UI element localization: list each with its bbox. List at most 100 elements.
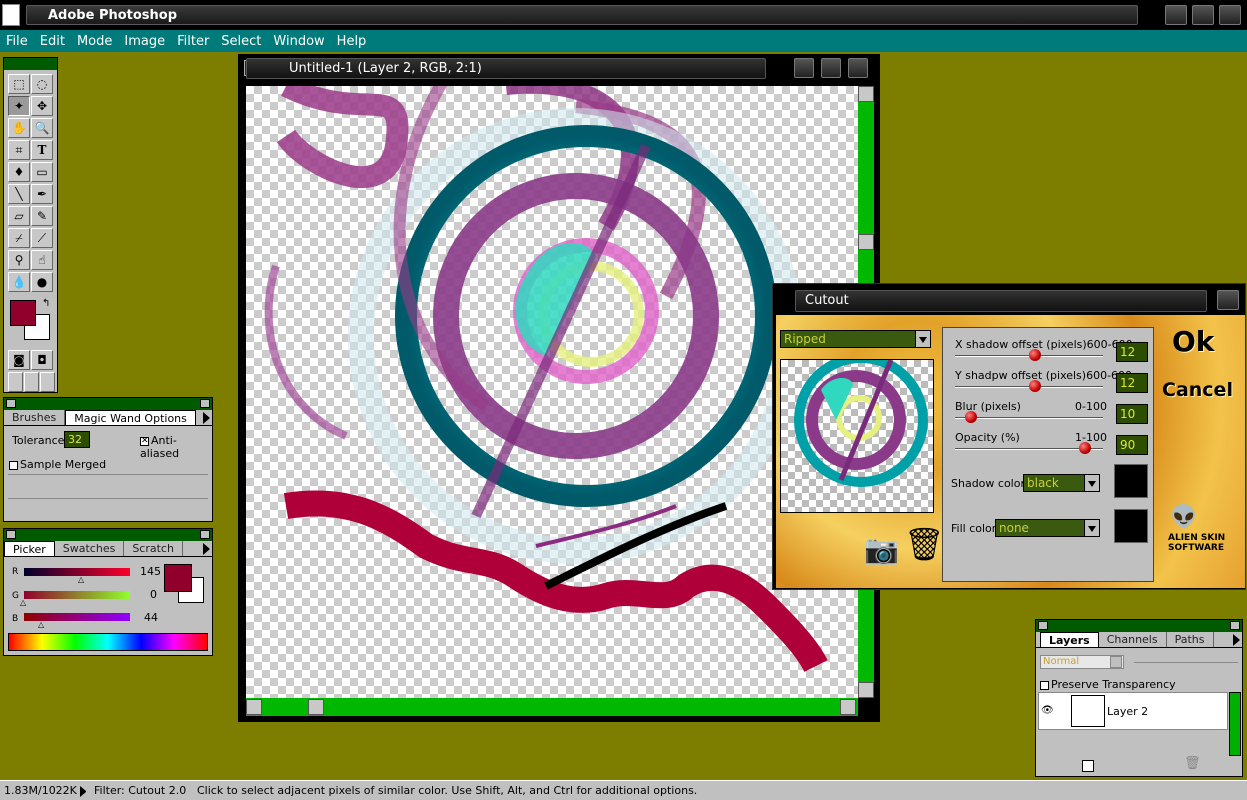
chevron-down-icon[interactable] [915,330,931,348]
fill-color-select[interactable]: none [995,519,1100,537]
scroll-left-button[interactable] [246,699,262,715]
airbrush-tool-icon[interactable]: ⌿ [8,228,30,248]
document-close-button[interactable] [848,58,868,78]
cutout-close-button[interactable] [1217,290,1239,310]
opacity-bar[interactable] [1134,662,1238,663]
new-layer-icon[interactable] [1082,760,1094,772]
tab-layers[interactable]: Layers [1040,632,1099,647]
red-value[interactable]: 145 [140,565,161,578]
panel-menu-arrow-icon[interactable] [203,412,210,424]
panel-collapse-button[interactable] [200,530,210,539]
menu-filter[interactable]: Filter [171,34,215,49]
tab-brushes[interactable]: Brushes [4,410,66,425]
scroll-down-button[interactable] [858,682,874,698]
marquee-tool-icon[interactable]: ⬚ [8,74,30,94]
pencil-tool-icon[interactable]: ✎ [31,206,53,226]
opacity-input[interactable]: 90 [1116,435,1148,455]
shadow-color-select[interactable]: black [1023,474,1100,492]
document-maximize-button[interactable] [821,58,841,78]
camera-icon[interactable]: 📷 [864,533,899,566]
fill-color-swatch[interactable] [1114,509,1148,543]
menu-file[interactable]: File [0,34,34,49]
panel-header[interactable] [1036,620,1242,632]
scroll-up-button[interactable] [858,86,874,102]
rubber-stamp-tool-icon[interactable]: ⚲ [8,250,30,270]
cutout-title-bar[interactable] [795,290,1207,312]
quick-mask-mode-icon[interactable]: ◘ [31,350,53,370]
paintbrush-tool-icon[interactable]: ⟋ [31,228,53,248]
dodge-tool-icon[interactable]: ● [31,272,53,292]
panel-menu-arrow-icon[interactable] [1233,634,1240,646]
panel-menu-arrow-icon[interactable] [203,543,210,555]
red-slider-thumb-icon[interactable]: △ [78,575,84,584]
menu-edit[interactable]: Edit [34,34,71,49]
document-size[interactable]: 1.83M/1022K [4,784,77,797]
smudge-tool-icon[interactable]: ☝ [31,250,53,270]
blend-mode-dropdown-icon[interactable] [1110,656,1122,668]
red-slider[interactable] [24,568,130,576]
blur-slider[interactable] [955,417,1103,419]
tab-magic-wand-options[interactable]: Magic Wand Options [65,410,196,425]
green-slider[interactable] [24,591,130,599]
panel-collapse-button[interactable] [1230,621,1240,630]
panel-collapse-button[interactable] [200,399,210,408]
layers-scrollbar[interactable] [1229,692,1241,756]
menu-mode[interactable]: Mode [71,34,118,49]
preset-select[interactable]: Ripped [780,330,931,348]
screen-mode-full-icon[interactable] [40,372,55,392]
hand-tool-icon[interactable]: ✋ [8,118,30,138]
panel-close-button[interactable] [6,399,16,408]
blue-slider-thumb-icon[interactable]: △ [38,620,44,629]
chevron-down-icon[interactable] [1084,474,1100,492]
anti-aliased-checkbox[interactable]: ✕ [140,436,149,446]
magic-wand-tool-icon[interactable]: ✦ [8,96,30,116]
screen-mode-standard-icon[interactable] [8,372,23,392]
tab-scratch[interactable]: Scratch [124,541,183,556]
cancel-button[interactable]: Cancel [1162,379,1233,401]
panel-close-button[interactable] [6,530,16,539]
document-minimize-button[interactable] [794,58,814,78]
sample-merged-checkbox[interactable] [9,460,18,470]
green-value[interactable]: 0 [150,588,157,601]
opacity-slider-thumb[interactable] [1079,442,1091,454]
tab-channels[interactable]: Channels [1099,632,1167,647]
delete-layer-icon[interactable]: 🗑 [1184,756,1201,771]
panel-close-button[interactable] [1038,621,1048,630]
y-offset-input[interactable]: 12 [1116,373,1148,393]
preserve-transparency-checkbox[interactable] [1040,680,1049,690]
trash-icon[interactable]: 🗑 [904,525,945,563]
x-offset-slider-thumb[interactable] [1029,349,1041,361]
tab-picker[interactable]: Picker [4,541,55,556]
blur-input[interactable]: 10 [1116,404,1148,424]
screen-mode-menu-icon[interactable] [24,372,39,392]
layer-row[interactable]: 👁 Layer 2 [1038,692,1228,730]
image-canvas[interactable] [246,86,858,698]
gradient-tool-icon[interactable]: ▭ [31,162,53,182]
eyedropper-tool-icon[interactable]: ✒ [31,184,53,204]
menu-select[interactable]: Select [215,34,267,49]
chevron-down-icon[interactable] [1084,519,1100,537]
app-icon[interactable] [2,4,20,26]
blue-value[interactable]: 44 [144,611,158,624]
status-arrow-icon[interactable] [80,786,88,797]
ok-button[interactable]: Ok [1172,325,1214,358]
paint-bucket-tool-icon[interactable]: ♦ [8,162,30,182]
green-slider-thumb-icon[interactable]: △ [20,598,26,607]
horizontal-scrollbar[interactable] [246,698,858,716]
foreground-color-swatch[interactable] [10,300,36,326]
menu-help[interactable]: Help [331,34,373,49]
type-tool-icon[interactable]: T [31,140,53,160]
crop-tool-icon[interactable]: ⌗ [8,140,30,160]
maximize-button[interactable] [1192,5,1214,25]
blur-slider-thumb[interactable] [965,411,977,423]
menu-window[interactable]: Window [267,34,330,49]
swap-colors-icon[interactable]: ↰ [42,298,50,309]
x-offset-input[interactable]: 12 [1116,342,1148,362]
picker-foreground-swatch[interactable] [164,564,192,592]
standard-mode-icon[interactable]: ◙ [8,350,30,370]
lasso-tool-icon[interactable]: ◌ [31,74,53,94]
tolerance-input[interactable]: 32 [64,431,90,448]
zoom-tool-icon[interactable]: 🔍 [31,118,53,138]
tab-paths[interactable]: Paths [1167,632,1214,647]
toolbox-header[interactable] [4,58,57,70]
